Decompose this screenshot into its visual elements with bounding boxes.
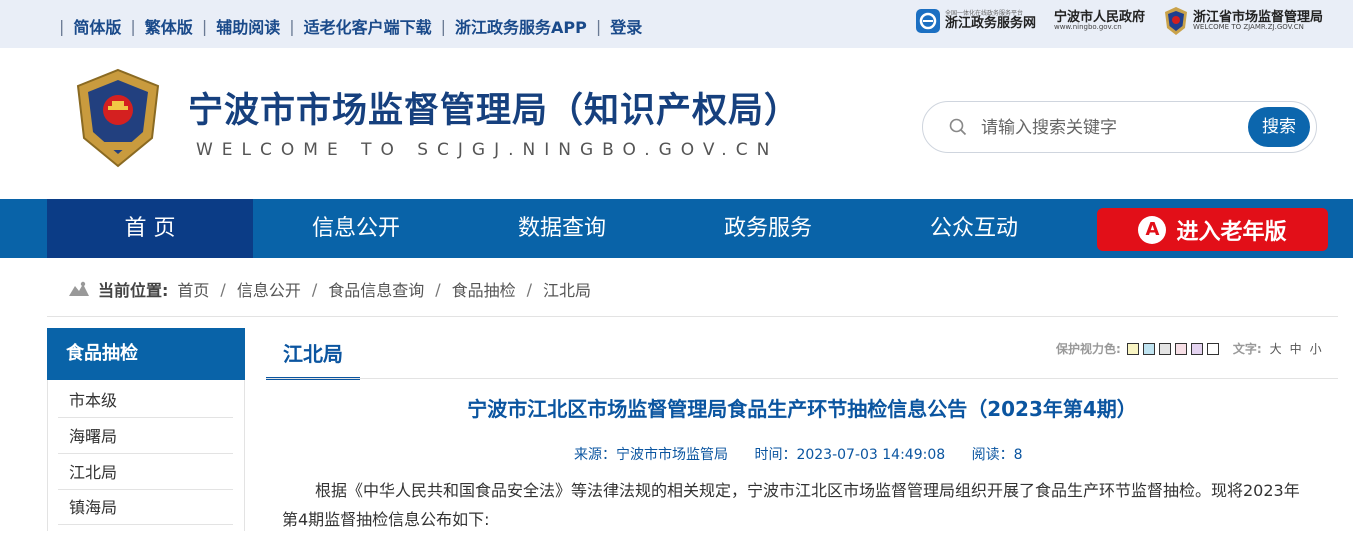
link-assist-reading[interactable]: 辅助阅读 [216,14,280,38]
zwfw-logo[interactable]: 全国一体化在线政务服务平台 浙江政务服务网 [915,8,1036,34]
partner-logos: 全国一体化在线政务服务平台 浙江政务服务网 宁波市人民政府 www.ningbo… [915,6,1323,36]
article-reads: 阅读：8 [971,447,1023,463]
zwfw-logo-icon [915,9,940,33]
article-title: 宁波市江北区市场监督管理局食品生产环节抽检信息公告（2023年第4期） [467,397,1137,421]
top-bar: | 简体版 | 繁体版 | 辅助阅读 | 适老化客户端下载 | 浙江政务服务AP… [0,0,1353,48]
zwfw-name: 浙江政务服务网 [944,16,1036,32]
sidebar-item-haishu[interactable]: 海曙局 [58,419,233,454]
zjamr-welcome: WELCOME TO ZJAMR.ZJ.GOV.CN [1192,23,1304,32]
elder-mode-button[interactable]: A 进入老年版 [1097,208,1328,251]
elder-a-icon: A [1138,215,1167,244]
font-size-label: 文字: [1232,342,1262,356]
nav-info-disclosure[interactable]: 信息公开 [253,199,459,258]
swatch-blue[interactable] [1142,342,1155,355]
article-meta: 来源：宁波市市场监管局 时间：2023-07-03 14:49:08 阅读：8 [574,444,1045,464]
link-traditional[interactable]: 繁体版 [145,14,193,38]
site-title: 宁波市市场监督管理局（知识产权局） [188,91,801,131]
reading-tools: 保护视力色: 文字: 大 中 小 [1056,340,1322,357]
swatch-white[interactable] [1206,342,1219,355]
ningbo-gov-url: www.ningbo.gov.cn [1053,23,1122,32]
nav-public-interaction[interactable]: 公众互动 [871,199,1077,258]
site-subtitle: WELCOME TO SCJGJ.NINGBO.GOV.CN [196,140,779,160]
link-simplified[interactable]: 简体版 [73,14,121,38]
breadcrumb-food-sampling[interactable]: 食品抽检 [452,277,516,301]
ningbo-gov-name: 宁波市人民政府 [1053,9,1145,25]
article-body: 根据《中华人民共和国食品安全法》等法律法规的相关规定，宁波市江北区市场监督管理局… [282,481,1300,529]
breadcrumb-home[interactable]: 首页 [177,277,209,301]
sidebar-item-city[interactable]: 市本级 [58,383,233,418]
font-size-large[interactable]: 大 [1270,340,1282,357]
swatch-purple[interactable] [1190,342,1203,355]
breadcrumb-divider [47,316,1338,317]
swatch-pink[interactable] [1174,342,1187,355]
search-box: 搜索 [922,101,1317,153]
swatch-yellow[interactable] [1126,342,1139,355]
eye-care-color-label: 保护视力色: [1056,342,1121,356]
main-nav: 首 页 信息公开 数据查询 政务服务 公众互动 A 进入老年版 [0,199,1353,258]
breadcrumb-jiangbei[interactable]: 江北局 [543,277,591,301]
nav-home[interactable]: 首 页 [47,199,253,258]
sidebar-item-zhenhai[interactable]: 镇海局 [58,490,233,525]
font-size-small[interactable]: 小 [1310,340,1322,357]
nav-data-query[interactable]: 数据查询 [459,199,665,258]
site-emblem-icon[interactable] [72,68,164,168]
sidebar-title: 食品抽检 [47,328,245,380]
swatch-gray[interactable] [1158,342,1171,355]
sidebar-item-jiangbei[interactable]: 江北局 [58,455,233,490]
breadcrumb-food-info[interactable]: 食品信息查询 [328,277,424,301]
breadcrumb-label: 当前位置: [98,281,169,300]
top-links: | 简体版 | 繁体版 | 辅助阅读 | 适老化客户端下载 | 浙江政务服务AP… [50,14,642,38]
content-tab-title: 江北局 [266,330,360,380]
link-elder-client-download[interactable]: 适老化客户端下载 [304,14,432,38]
zjamr-emblem-icon [1164,7,1187,35]
breadcrumb-info-disclosure[interactable]: 信息公开 [237,277,301,301]
ningbo-gov-logo[interactable]: 宁波市人民政府 www.ningbo.gov.cn [1053,9,1145,32]
font-size-medium[interactable]: 中 [1290,340,1302,357]
zjamr-logo[interactable]: 浙江省市场监督管理局 WELCOME TO ZJAMR.ZJ.GOV.CN [1163,6,1323,36]
zjamr-name: 浙江省市场监督管理局 [1192,9,1323,25]
search-icon [949,118,967,136]
article-source: 来源：宁波市市场监管局 [574,447,728,463]
site-header: 宁波市市场监督管理局（知识产权局） WELCOME TO SCJGJ.NINGB… [0,48,1353,199]
search-input[interactable] [981,114,1231,142]
breadcrumb: 当前位置: 首页 / 信息公开 / 食品信息查询 / 食品抽检 / 江北局 [68,277,591,301]
link-login[interactable]: 登录 [610,14,642,38]
article-time: 时间：2023-07-03 14:49:08 [754,447,946,463]
link-zj-app[interactable]: 浙江政务服务APP [455,14,587,38]
nav-gov-services[interactable]: 政务服务 [665,199,871,258]
content-tab-divider [266,378,1338,379]
search-button[interactable]: 搜索 [1248,107,1310,147]
location-icon [69,281,89,296]
elder-mode-label: 进入老年版 [1176,219,1287,245]
